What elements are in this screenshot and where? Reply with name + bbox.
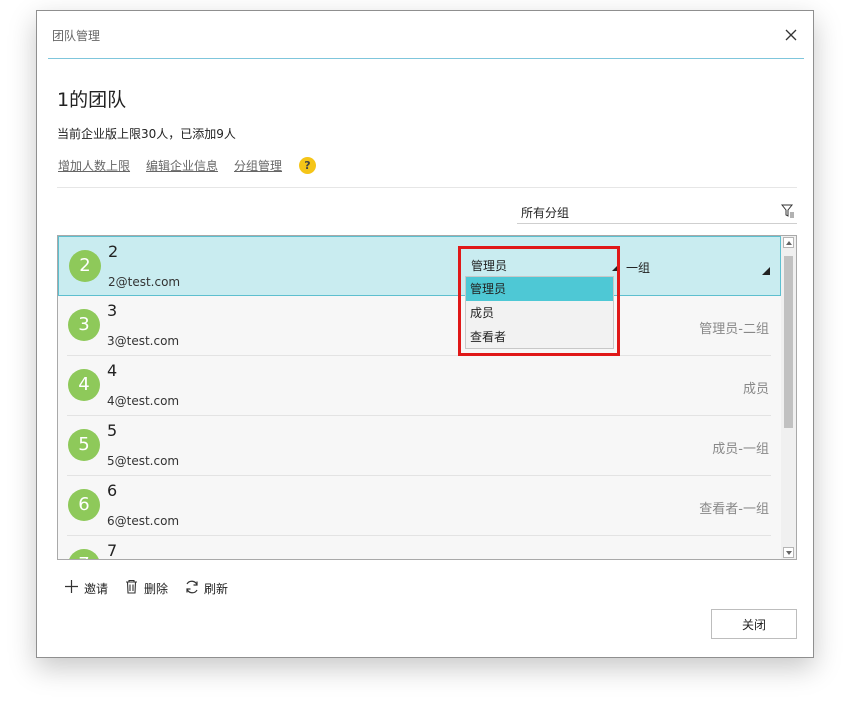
member-name: 3 bbox=[107, 301, 118, 320]
increase-limit-link[interactable]: 增加人数上限 bbox=[58, 157, 130, 174]
chevron-down-icon[interactable] bbox=[762, 267, 770, 275]
scroll-up-arrow-icon[interactable] bbox=[783, 237, 794, 248]
plus-icon bbox=[65, 580, 78, 593]
filter-icon[interactable] bbox=[780, 203, 795, 218]
member-email: 4@test.com bbox=[107, 394, 180, 408]
role-option-member[interactable]: 成员 bbox=[466, 301, 613, 325]
member-email: 5@test.com bbox=[107, 454, 180, 468]
title-bar: 团队管理 bbox=[37, 11, 813, 59]
refresh-icon bbox=[186, 580, 198, 594]
role-option-admin[interactable]: 管理员 bbox=[466, 277, 613, 301]
invite-label: 邀请 bbox=[84, 582, 109, 596]
member-name: 2 bbox=[108, 242, 119, 261]
member-name: 5 bbox=[107, 421, 118, 440]
member-name: 4 bbox=[107, 361, 118, 380]
member-row[interactable]: 6 6 6@test.com 查看者-一组 bbox=[58, 476, 781, 536]
member-limit-text: 当前企业版上限30人，已添加9人 bbox=[57, 127, 236, 141]
team-title: 1的团队 bbox=[57, 89, 127, 111]
title-divider bbox=[48, 58, 804, 59]
member-name: 7 bbox=[107, 541, 118, 560]
member-name: 6 bbox=[107, 481, 118, 500]
member-email: 2@test.com bbox=[108, 275, 181, 289]
delete-label: 删除 bbox=[144, 582, 169, 596]
question-icon[interactable]: ? bbox=[299, 157, 316, 174]
avatar: 4 bbox=[68, 369, 100, 401]
group-select-value[interactable]: 一组 bbox=[626, 259, 650, 276]
divider bbox=[57, 187, 797, 188]
group-filter-select[interactable]: 所有分组 bbox=[517, 201, 797, 224]
member-row[interactable]: 4 4 4@test.com 成员 bbox=[58, 356, 781, 416]
member-row[interactable]: 2 2 2@test.com 管理员 一组 bbox=[58, 236, 781, 296]
chevron-down-icon bbox=[612, 264, 619, 271]
member-email: 3@test.com bbox=[107, 334, 180, 348]
avatar: 5 bbox=[68, 429, 100, 461]
trash-icon bbox=[126, 579, 137, 594]
avatar: 3 bbox=[68, 309, 100, 341]
group-management-link[interactable]: 分组管理 bbox=[234, 157, 282, 174]
scrollbar[interactable] bbox=[781, 236, 796, 559]
role-option-viewer[interactable]: 查看者 bbox=[466, 325, 613, 349]
role-select-value: 管理员 bbox=[471, 259, 508, 273]
edit-company-info-link[interactable]: 编辑企业信息 bbox=[146, 157, 218, 174]
member-row[interactable]: 5 5 5@test.com 成员-一组 bbox=[58, 416, 781, 476]
member-email: 6@test.com bbox=[107, 514, 180, 528]
member-row[interactable]: 3 3 3@test.com 管理员-二组 bbox=[58, 296, 781, 356]
avatar: 7 bbox=[68, 549, 100, 559]
member-row[interactable]: 7 7 bbox=[58, 536, 781, 560]
member-list: 2 2 2@test.com 管理员 一组 3 3 3@test.com 管理员… bbox=[57, 235, 797, 560]
member-role-group: 管理员-二组 bbox=[699, 322, 769, 337]
role-dropdown-menu: 管理员 成员 查看者 bbox=[465, 276, 614, 349]
scroll-down-arrow-icon[interactable] bbox=[783, 547, 794, 558]
team-management-dialog: 团队管理 1的团队 当前企业版上限30人，已添加9人 增加人数上限 编辑企业信息… bbox=[36, 10, 814, 658]
close-button[interactable]: 关闭 bbox=[711, 609, 797, 639]
role-select[interactable]: 管理员 bbox=[466, 252, 619, 274]
avatar: 2 bbox=[69, 250, 101, 282]
member-role-group: 查看者-一组 bbox=[699, 502, 769, 517]
avatar: 6 bbox=[68, 489, 100, 521]
member-role-group: 成员 bbox=[742, 382, 769, 397]
group-filter-label: 所有分组 bbox=[521, 206, 570, 220]
scroll-thumb[interactable] bbox=[784, 256, 793, 428]
refresh-label: 刷新 bbox=[204, 582, 229, 596]
close-icon[interactable] bbox=[781, 25, 801, 45]
member-role-group: 成员-一组 bbox=[712, 442, 769, 457]
window-title: 团队管理 bbox=[52, 29, 101, 43]
